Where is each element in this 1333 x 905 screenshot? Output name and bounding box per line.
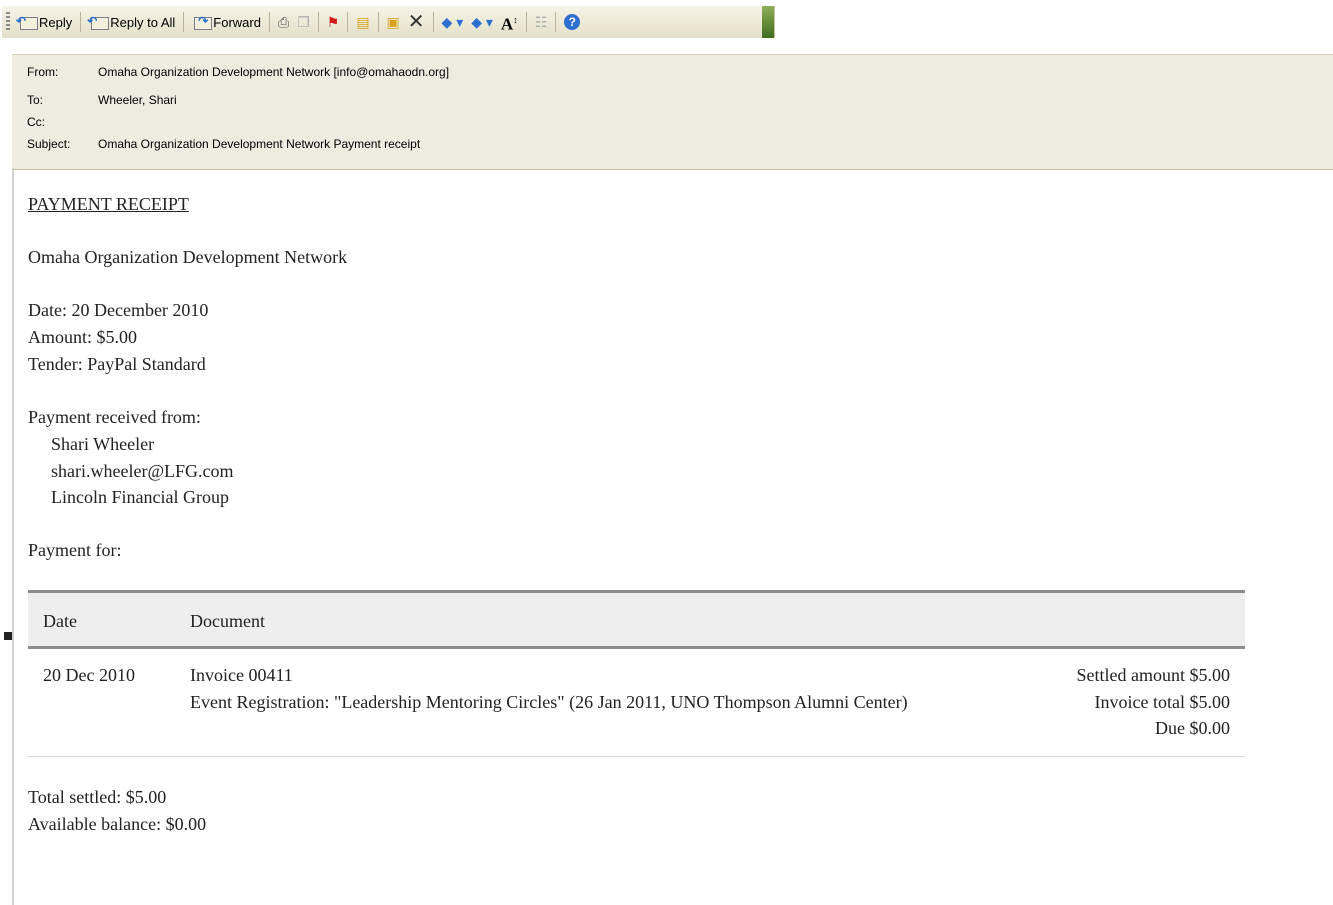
table-bottom-rule bbox=[28, 756, 1245, 757]
toolbar-separator bbox=[347, 12, 349, 32]
payer-company: Lincoln Financial Group bbox=[51, 487, 229, 507]
cc-row: Cc: bbox=[27, 115, 98, 129]
table-header-row: Date Document bbox=[28, 593, 1245, 646]
printer-icon: ⎙ bbox=[277, 14, 290, 30]
to-row: To: Wheeler, Shari bbox=[27, 93, 177, 107]
body-left-border bbox=[12, 168, 14, 905]
toolbar-separator bbox=[377, 12, 379, 32]
down-arrow-icon: ◆ ▾ bbox=[471, 14, 493, 30]
column-header-date: Date bbox=[43, 611, 77, 631]
row-invoice-number: Invoice 00411 bbox=[190, 665, 293, 685]
reply-button[interactable]: ↶ Reply bbox=[14, 10, 76, 34]
reply-all-icon: ↶ bbox=[87, 14, 110, 30]
copy-button[interactable]: ❐ bbox=[293, 10, 314, 34]
next-item-button[interactable]: ◆ ▾ bbox=[467, 10, 497, 34]
help-icon: ? bbox=[564, 14, 581, 30]
previous-item-button[interactable]: ◆ ▾ bbox=[438, 10, 468, 34]
message-toolbar: ↶ Reply ↶ Reply to All ↷ Forward ⎙ ❐ ⚑ ▤… bbox=[0, 0, 1333, 40]
toolbar-separator bbox=[80, 12, 82, 32]
reply-all-label: Reply to All bbox=[110, 14, 176, 30]
delete-button[interactable]: ✕ bbox=[404, 10, 429, 34]
toolbar-overflow-chevron[interactable] bbox=[762, 6, 774, 38]
toolbar-strip: ↶ Reply ↶ Reply to All ↷ Forward ⎙ ❐ ⚑ ▤… bbox=[2, 6, 775, 38]
print-button[interactable]: ⎙ bbox=[274, 10, 293, 34]
column-header-document: Document bbox=[190, 611, 265, 631]
toolbar-separator bbox=[555, 12, 557, 32]
up-arrow-icon: ◆ ▾ bbox=[441, 14, 464, 30]
payer-email-link[interactable]: shari.wheeler@LFG.com bbox=[51, 461, 234, 482]
forward-button[interactable]: ↷ Forward bbox=[188, 10, 265, 34]
flag-icon: ⚑ bbox=[326, 14, 340, 30]
body-marker bbox=[4, 632, 12, 640]
toolbar-separator bbox=[432, 12, 434, 32]
forward-label: Forward bbox=[213, 14, 261, 30]
available-balance: Available balance: $0.00 bbox=[28, 814, 207, 834]
reply-all-button[interactable]: ↶ Reply to All bbox=[85, 10, 179, 34]
copy-icon: ❐ bbox=[297, 14, 310, 30]
toolbar-grip[interactable] bbox=[6, 12, 10, 32]
to-value[interactable]: Wheeler, Shari bbox=[98, 93, 177, 107]
organization-name: Omaha Organization Development Network bbox=[28, 247, 348, 267]
to-label: To: bbox=[27, 93, 44, 107]
address-book-icon: ☷ bbox=[534, 14, 548, 30]
row-settled-amount: Settled amount $5.00 bbox=[1076, 665, 1230, 685]
payment-table: Date Document 20 Dec 2010 Invoice 00411 … bbox=[28, 590, 1245, 758]
folder-icon: ▤ bbox=[356, 14, 370, 30]
toolbar-separator bbox=[525, 12, 527, 32]
toolbar-separator bbox=[183, 12, 185, 32]
toolbar-separator bbox=[268, 12, 270, 32]
cc-label: Cc: bbox=[27, 115, 45, 129]
message-header: From: Omaha Organization Development Netw… bbox=[12, 54, 1333, 170]
move-to-folder-icon: ▣ bbox=[386, 14, 400, 30]
categories-button[interactable]: ▤ bbox=[352, 10, 373, 34]
receipt-amount: Amount: $5.00 bbox=[28, 327, 138, 347]
payer-name: Shari Wheeler bbox=[51, 434, 155, 454]
subject-row: Subject: Omaha Organization Development N… bbox=[27, 137, 420, 151]
flag-button[interactable]: ⚑ bbox=[323, 10, 344, 34]
payment-for-label: Payment for: bbox=[28, 540, 122, 560]
font-size-button[interactable]: A↕ bbox=[497, 10, 522, 34]
reply-icon: ↶ bbox=[16, 14, 38, 30]
toolbar-separator bbox=[317, 12, 319, 32]
table-header-rule bbox=[28, 646, 1245, 649]
row-event-description: Event Registration: "Leadership Mentorin… bbox=[190, 692, 908, 712]
font-size-icon: A↕ bbox=[500, 14, 518, 34]
row-due: Due $0.00 bbox=[1155, 718, 1230, 738]
reply-label: Reply bbox=[39, 14, 73, 30]
receipt-title: PAYMENT RECEIPT bbox=[28, 194, 189, 214]
delete-x-icon: ✕ bbox=[407, 11, 425, 33]
subject-label: Subject: bbox=[27, 137, 71, 151]
row-invoice-total: Invoice total $5.00 bbox=[1094, 692, 1230, 712]
help-button[interactable]: ? bbox=[560, 10, 584, 34]
from-value[interactable]: Omaha Organization Development Network [… bbox=[98, 65, 449, 79]
receipt-date: Date: 20 December 2010 bbox=[28, 300, 209, 320]
address-book-button[interactable]: ☷ bbox=[531, 10, 552, 34]
row-date: 20 Dec 2010 bbox=[43, 665, 135, 685]
from-label: From: bbox=[27, 65, 59, 79]
total-settled: Total settled: $5.00 bbox=[28, 787, 167, 807]
from-row: From: Omaha Organization Development Netw… bbox=[27, 65, 449, 79]
subject-value: Omaha Organization Development Network P… bbox=[98, 137, 421, 151]
move-button[interactable]: ▣ bbox=[383, 10, 404, 34]
forward-icon: ↷ bbox=[192, 14, 213, 30]
received-from-label: Payment received from: bbox=[28, 407, 201, 427]
receipt-tender: Tender: PayPal Standard bbox=[28, 354, 206, 374]
